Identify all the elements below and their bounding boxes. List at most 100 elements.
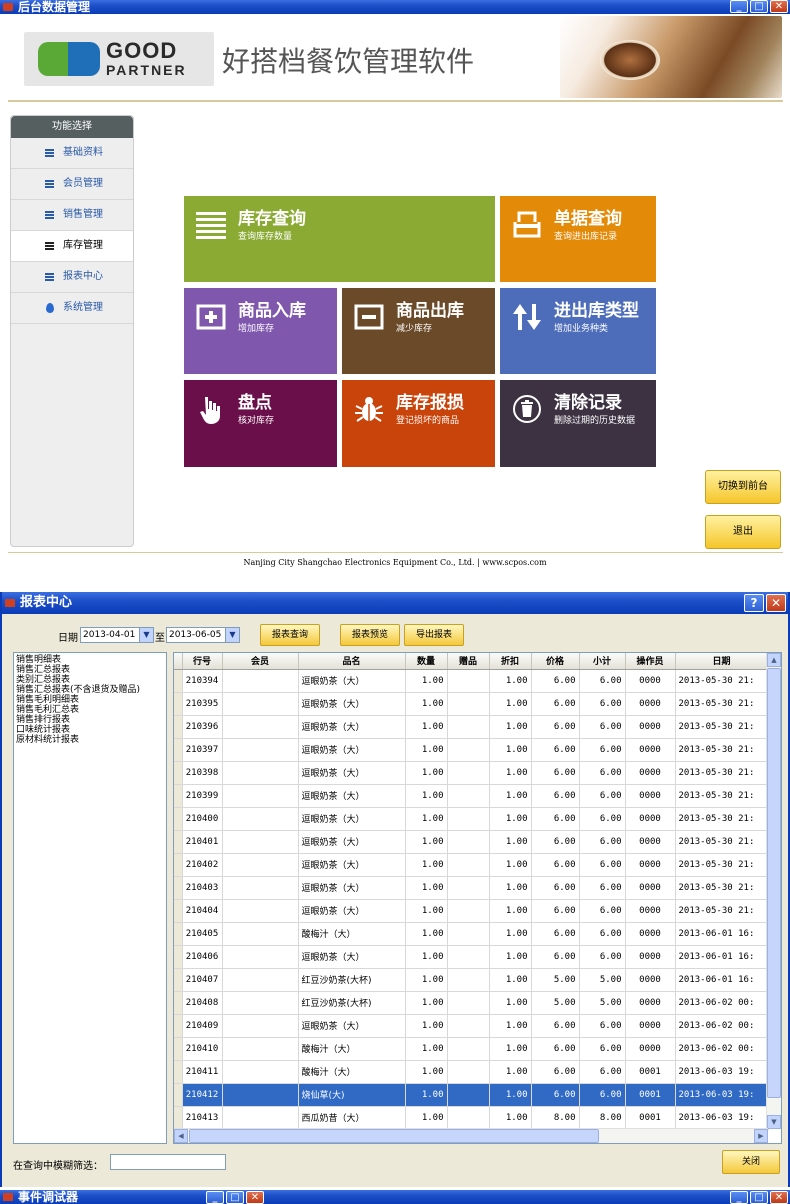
- report-list-item[interactable]: 销售排行报表: [16, 715, 164, 725]
- tile-stock-out[interactable]: 商品出库 减少库存: [342, 288, 495, 374]
- table-row[interactable]: 210410 酸梅汁（大） 1.00 1.00 6.00 6.00 0000 2013-06-…: [174, 1037, 769, 1061]
- maximize-button[interactable]: □: [226, 1191, 244, 1204]
- table-row[interactable]: 210413 西瓜奶昔（大） 1.00 1.00 8.00 8.00 0001 2013-06…: [174, 1106, 769, 1130]
- tile-damage-report[interactable]: 库存报损 登记损坏的商品: [342, 380, 495, 467]
- table-row[interactable]: 210398 逗眼奶茶（大） 1.00 1.00 6.00 6.00 0000 2013-05…: [174, 761, 769, 785]
- row-header[interactable]: [174, 738, 183, 762]
- report-list-item[interactable]: 口味统计报表: [16, 725, 164, 735]
- table-row[interactable]: 210405 酸梅汁（大） 1.00 1.00 6.00 6.00 0000 2013-06-…: [174, 922, 769, 946]
- row-header[interactable]: [174, 922, 183, 946]
- table-row[interactable]: 210407 红豆沙奶茶(大杯) 1.00 1.00 5.00 5.00 0000 2013-…: [174, 968, 769, 992]
- column-header[interactable]: 价格: [531, 653, 580, 670]
- table-row[interactable]: 210395 逗眼奶茶（大） 1.00 1.00 6.00 6.00 0000 2013-05…: [174, 692, 769, 716]
- scroll-right-icon[interactable]: ▶: [754, 1129, 768, 1143]
- row-header[interactable]: [174, 1083, 183, 1107]
- date-from-picker[interactable]: 2013-04-01 ▼: [80, 627, 154, 643]
- table-row[interactable]: 210397 逗眼奶茶（大） 1.00 1.00 6.00 6.00 0000 2013-05…: [174, 738, 769, 762]
- table-row[interactable]: 210411 酸梅汁（大） 1.00 1.00 6.00 6.00 0001 2013-06-…: [174, 1060, 769, 1084]
- report-list-item[interactable]: 销售明细表: [16, 655, 164, 665]
- row-header[interactable]: [174, 807, 183, 831]
- table-row[interactable]: 210401 逗眼奶茶（大） 1.00 1.00 6.00 6.00 0000 2013-05…: [174, 830, 769, 854]
- column-header[interactable]: 数量: [405, 653, 448, 670]
- table-row[interactable]: 210412 烧仙草(大) 1.00 1.00 6.00 6.00 0001 2013-06-…: [174, 1083, 769, 1107]
- table-row[interactable]: 210396 逗眼奶茶（大） 1.00 1.00 6.00 6.00 0000 2013-05…: [174, 715, 769, 739]
- row-header[interactable]: [174, 945, 183, 969]
- table-row[interactable]: 210400 逗眼奶茶（大） 1.00 1.00 6.00 6.00 0000 2013-05…: [174, 807, 769, 831]
- preview-report-button[interactable]: 报表预览: [340, 624, 400, 646]
- report-data-grid[interactable]: 行号 会员 品名 数量 赠品 折扣 价格 小计 操作员 日期 210394 逗眼奶茶（大） 1.00 1…: [173, 652, 782, 1144]
- column-header[interactable]: 品名: [298, 653, 406, 670]
- tile-clear-records[interactable]: 清除记录 删除过期的历史数据: [500, 380, 656, 467]
- row-header[interactable]: [174, 899, 183, 923]
- tile-document-query[interactable]: 单据查询 查询进出库记录: [500, 196, 656, 282]
- maximize-button[interactable]: □: [750, 0, 768, 13]
- row-header[interactable]: [174, 669, 183, 693]
- row-header[interactable]: [174, 853, 183, 877]
- report-type-list[interactable]: 销售明细表 销售汇总报表 类别汇总报表 销售汇总报表(不含退货及赠品) 销售毛利明细表销…: [13, 652, 167, 1144]
- column-header[interactable]: 操作员: [625, 653, 676, 670]
- tile-inventory-query[interactable]: 库存查询 查询库存数量: [184, 196, 495, 282]
- table-row[interactable]: 210409 逗眼奶茶（大） 1.00 1.00 6.00 6.00 0000 2013-06…: [174, 1014, 769, 1038]
- row-header[interactable]: [174, 876, 183, 900]
- table-row[interactable]: 210404 逗眼奶茶（大） 1.00 1.00 6.00 6.00 0000 2013-05…: [174, 899, 769, 923]
- row-header[interactable]: [174, 1106, 183, 1130]
- column-header[interactable]: 日期: [675, 653, 769, 670]
- close-button[interactable]: ✕: [246, 1191, 264, 1204]
- sidebar-item-basic-data[interactable]: 基础资料: [11, 138, 133, 169]
- query-report-button[interactable]: 报表查询: [260, 624, 320, 646]
- row-header[interactable]: [174, 968, 183, 992]
- back-office-titlebar[interactable]: 后台数据管理 _ □ ✕: [0, 0, 790, 14]
- switch-to-front-button[interactable]: 切换到前台: [705, 470, 781, 504]
- table-row[interactable]: 210402 逗眼奶茶（大） 1.00 1.00 6.00 6.00 0000 2013-05…: [174, 853, 769, 877]
- minimize-button[interactable]: _: [730, 1191, 748, 1204]
- close-button[interactable]: ✕: [770, 1191, 788, 1204]
- row-header[interactable]: [174, 715, 183, 739]
- date-to-picker[interactable]: 2013-06-05 ▼: [166, 627, 240, 643]
- chevron-down-icon[interactable]: ▼: [225, 628, 239, 642]
- table-row[interactable]: 210408 红豆沙奶茶(大杯) 1.00 1.00 5.00 5.00 0000 2013-…: [174, 991, 769, 1015]
- report-list-item[interactable]: 类别汇总报表: [16, 675, 164, 685]
- sidebar-item-sales[interactable]: 销售管理: [11, 200, 133, 231]
- column-header[interactable]: 会员: [222, 653, 299, 670]
- close-button[interactable]: ✕: [770, 0, 788, 13]
- report-center-titlebar[interactable]: 报表中心 ? ✕: [2, 592, 788, 614]
- export-report-button[interactable]: 导出报表: [404, 624, 464, 646]
- report-list-item[interactable]: 销售毛利明细表: [16, 695, 164, 705]
- scroll-thumb[interactable]: [767, 668, 781, 1098]
- horizontal-scrollbar[interactable]: ◀ ▶: [174, 1128, 768, 1143]
- table-row[interactable]: 210394 逗眼奶茶（大） 1.00 1.00 6.00 6.00 0000 2013-05…: [174, 669, 769, 693]
- row-header[interactable]: [174, 692, 183, 716]
- minimize-button[interactable]: _: [730, 0, 748, 13]
- table-row[interactable]: 210406 逗眼奶茶（大） 1.00 1.00 6.00 6.00 0000 2013-06…: [174, 945, 769, 969]
- tile-stock-in[interactable]: 商品入库 增加库存: [184, 288, 337, 374]
- help-button[interactable]: ?: [744, 594, 764, 612]
- column-header[interactable]: 行号: [182, 653, 223, 670]
- sidebar-item-reports[interactable]: 报表中心: [11, 262, 133, 293]
- scroll-up-icon[interactable]: ▲: [767, 653, 781, 667]
- column-header[interactable]: 折扣: [489, 653, 532, 670]
- tile-stocktake[interactable]: 盘点 核对库存: [184, 380, 337, 467]
- report-list-item[interactable]: 原材料统计报表: [16, 735, 164, 745]
- vertical-scrollbar[interactable]: ▲ ▼: [766, 653, 781, 1129]
- row-header[interactable]: [174, 1037, 183, 1061]
- tile-inout-types[interactable]: 进出库类型 增加业务种类: [500, 288, 656, 374]
- row-header[interactable]: [174, 1060, 183, 1084]
- fuzzy-filter-input[interactable]: [110, 1154, 226, 1170]
- sidebar-item-system[interactable]: 系统管理: [11, 293, 133, 324]
- minimize-button[interactable]: _: [206, 1191, 224, 1204]
- report-list-item[interactable]: 销售毛利汇总表: [16, 705, 164, 715]
- row-header[interactable]: [174, 830, 183, 854]
- row-header[interactable]: [174, 761, 183, 785]
- scroll-left-icon[interactable]: ◀: [174, 1129, 188, 1143]
- scroll-down-icon[interactable]: ▼: [767, 1115, 781, 1129]
- chevron-down-icon[interactable]: ▼: [139, 628, 153, 642]
- table-row[interactable]: 210399 逗眼奶茶（大） 1.00 1.00 6.00 6.00 0000 2013-05…: [174, 784, 769, 808]
- row-header[interactable]: [174, 1014, 183, 1038]
- column-header[interactable]: 小计: [579, 653, 626, 670]
- close-window-button[interactable]: ✕: [766, 594, 786, 612]
- report-list-item[interactable]: 销售汇总报表(不含退货及赠品): [16, 685, 164, 695]
- report-list-item[interactable]: 销售汇总报表: [16, 665, 164, 675]
- hscroll-thumb[interactable]: [189, 1129, 599, 1143]
- maximize-button[interactable]: □: [750, 1191, 768, 1204]
- row-header[interactable]: [174, 784, 183, 808]
